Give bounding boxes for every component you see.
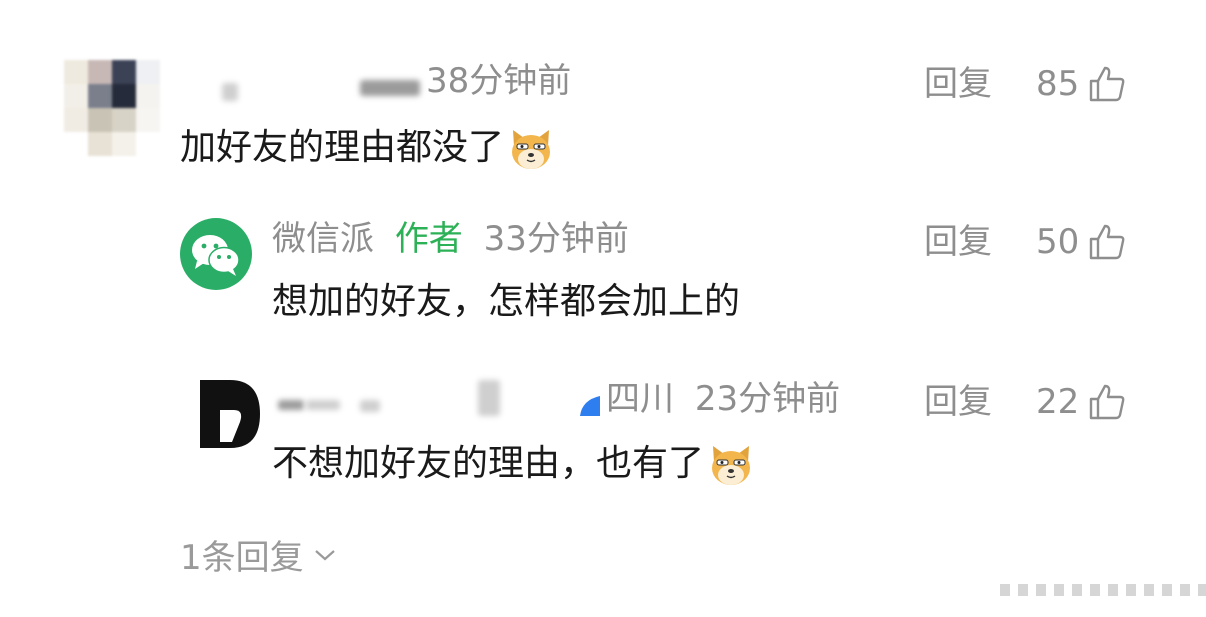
expand-replies-button[interactable]: 1条回复	[180, 530, 336, 579]
comment-actions: 回复 85	[924, 64, 1127, 104]
reply-button[interactable]: 回复	[924, 385, 992, 419]
reply-avatar[interactable]	[200, 380, 264, 448]
username-redacted	[222, 83, 238, 101]
user-avatar[interactable]	[64, 60, 160, 156]
comment-2: 微信派 作者 33分钟前 想加的好友，怎样都会加上的 回复 50	[0, 200, 1206, 340]
blue-marker-icon	[580, 396, 600, 416]
comment-time: 33分钟前	[483, 219, 629, 259]
like-count: 50	[1036, 222, 1080, 262]
wechat-logo-icon	[192, 235, 240, 276]
doge-emoji-icon	[512, 130, 551, 169]
more-replies-label: 1条回复	[180, 538, 304, 578]
comment-header: 四川 23分钟前	[606, 382, 840, 416]
comment-text: 加好友的理由都没了	[180, 126, 554, 172]
comment-actions: 回复 50	[924, 222, 1127, 262]
watermark	[1000, 584, 1206, 596]
username-redacted	[306, 400, 340, 410]
like-count: 85	[1036, 64, 1080, 104]
comment-3: 四川 23分钟前 不想加好友的理由，也有了 回复 22	[0, 360, 1206, 500]
username-redacted	[478, 380, 500, 416]
username-redacted	[360, 400, 380, 412]
thumbs-up-icon[interactable]	[1087, 382, 1127, 422]
comment-1: 38分钟前 加好友的理由都没了 回复 85	[0, 0, 1206, 190]
doge-emoji-icon	[712, 446, 751, 485]
thumbs-up-icon[interactable]	[1087, 64, 1127, 104]
comment-text: 不想加好友的理由，也有了	[272, 442, 754, 488]
like-count: 22	[1036, 382, 1080, 422]
author-badge: 作者	[394, 219, 463, 259]
comment-text: 想加的好友，怎样都会加上的	[272, 281, 741, 322]
author-avatar[interactable]	[180, 218, 252, 290]
location: 四川	[606, 379, 674, 419]
chevron-down-icon	[314, 549, 335, 560]
username-redacted	[360, 80, 420, 96]
thumbs-up-icon[interactable]	[1087, 222, 1127, 262]
comment-time: 38分钟前	[426, 61, 572, 101]
comment-header: 微信派 作者 33分钟前	[272, 222, 629, 256]
reply-button[interactable]: 回复	[924, 225, 992, 259]
comment-actions: 回复 22	[924, 382, 1127, 422]
username[interactable]: 微信派	[272, 219, 374, 259]
reply-button[interactable]: 回复	[924, 67, 992, 101]
comment-time: 23分钟前	[694, 379, 841, 419]
username-redacted	[278, 400, 304, 410]
